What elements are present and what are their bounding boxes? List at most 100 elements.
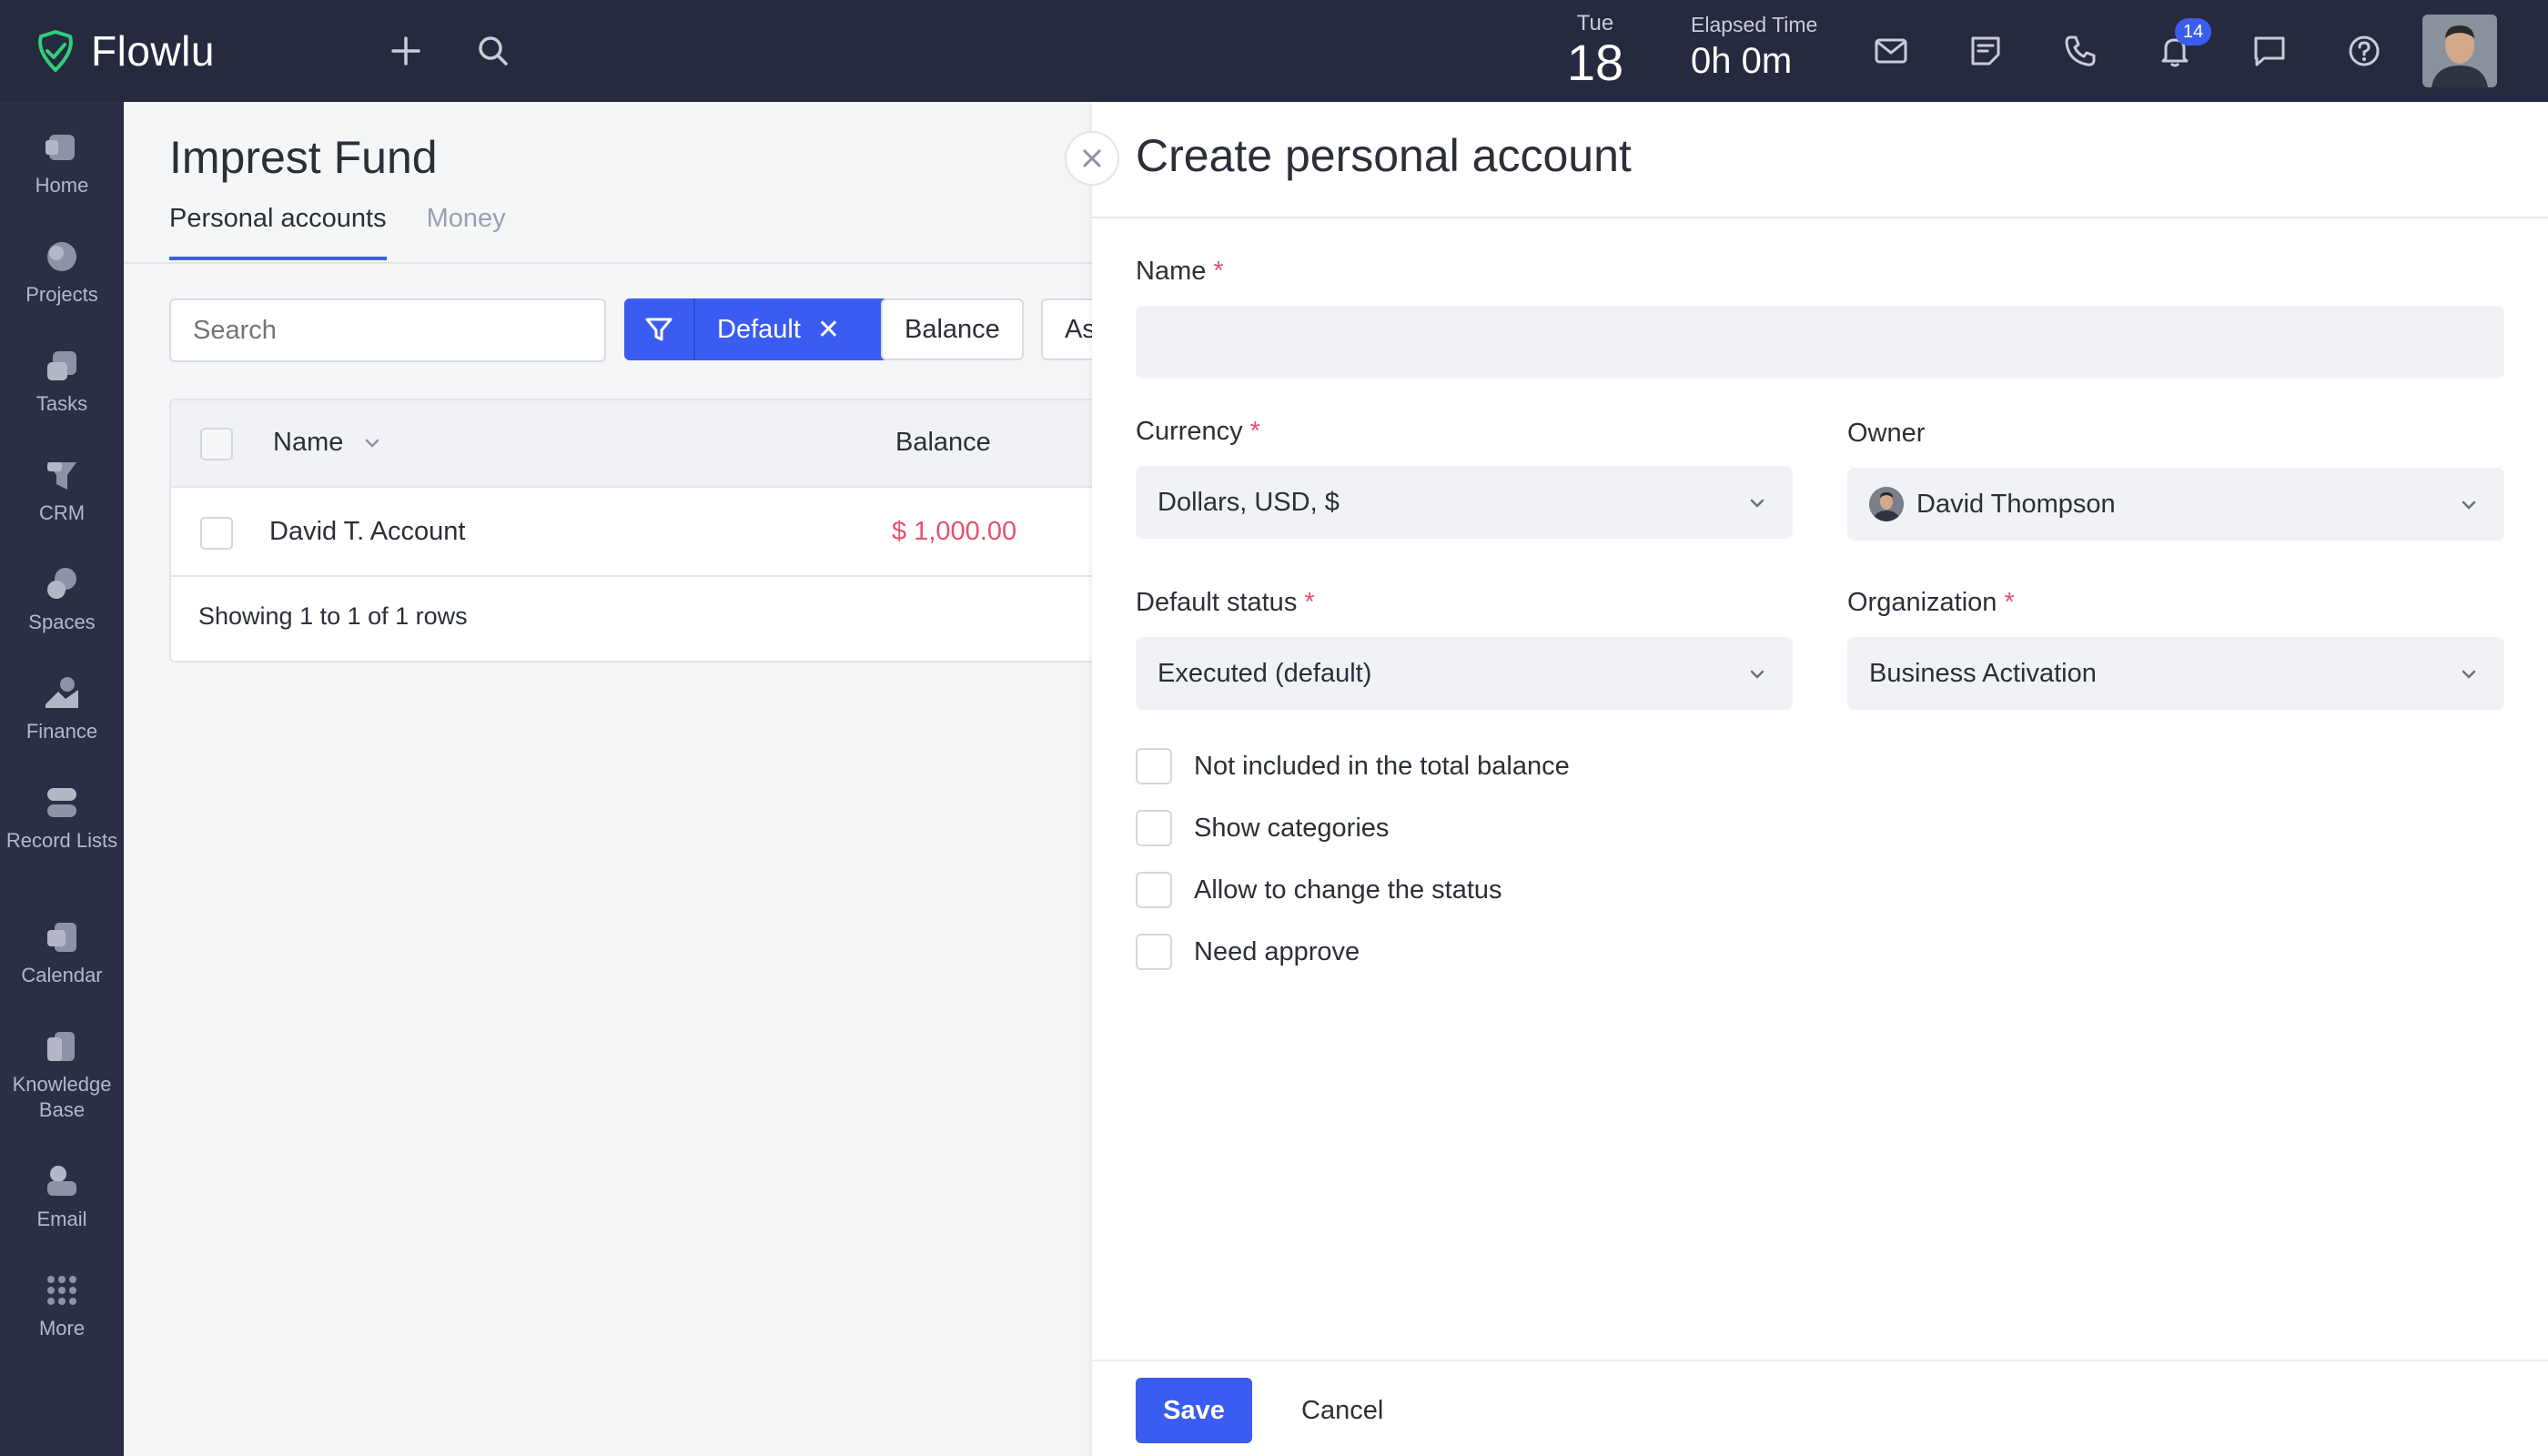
sidebar-item-record-lists[interactable]: Record Lists xyxy=(0,783,124,854)
checkbox-box[interactable] xyxy=(1136,810,1172,846)
drawer-title: Create personal account xyxy=(1136,130,1632,181)
notes-button[interactable] xyxy=(1960,25,2011,76)
currency-select[interactable]: Dollars, USD, $ xyxy=(1136,466,1793,539)
chevron-down-icon xyxy=(1750,670,1764,679)
name-input[interactable] xyxy=(1136,306,2504,379)
checkbox-box[interactable] xyxy=(1136,872,1172,908)
owner-field-label: Owner xyxy=(1847,419,1926,448)
top-bar: Flowlu Tue 18 Elapsed Time 0h 0m 14 xyxy=(0,0,2548,102)
tabs: Personal accounts Money xyxy=(169,204,546,260)
date-widget[interactable]: Tue 18 xyxy=(1563,11,1627,89)
row-account-name[interactable]: David T. Account xyxy=(269,517,465,547)
checkbox-show-categories[interactable]: Show categories xyxy=(1136,810,1389,846)
close-drawer-button[interactable] xyxy=(1065,131,1119,186)
tabs-divider xyxy=(124,262,1092,264)
crm-icon xyxy=(47,462,76,490)
organization-select-value: Business Activation xyxy=(1869,658,2097,688)
table-row[interactable]: David T. Account $ 1,000.00 xyxy=(171,488,1092,577)
user-avatar[interactable] xyxy=(2422,15,2497,87)
user-avatar-icon xyxy=(2422,15,2497,87)
accounts-table: Name Balance David T. Account $ 1,000.00… xyxy=(169,399,1092,662)
logo[interactable]: Flowlu xyxy=(33,25,215,76)
filter-label: Default xyxy=(717,314,801,344)
checkbox-label: Show categories xyxy=(1194,813,1390,843)
sidebar-item-label: Email xyxy=(36,1208,87,1230)
elapsed-time-value: 0h 0m xyxy=(1691,41,1793,81)
column-header-balance[interactable]: Balance xyxy=(895,428,991,458)
required-mark: * xyxy=(1304,588,1315,617)
select-all-checkbox[interactable] xyxy=(200,428,233,460)
sidebar-item-label: Projects xyxy=(25,283,98,306)
as-chip[interactable]: As xyxy=(1041,298,1096,360)
owner-select-value: David Thompson xyxy=(1916,489,2116,519)
default-status-label-text: Default status xyxy=(1136,588,1298,617)
default-status-select[interactable]: Executed (default) xyxy=(1136,637,1793,710)
mail-button[interactable] xyxy=(1866,25,1916,76)
name-label-text: Name xyxy=(1136,257,1207,286)
search-button[interactable] xyxy=(468,25,519,76)
chat-icon xyxy=(2254,36,2285,66)
page-title: Imprest Fund xyxy=(169,132,438,183)
sidebar-item-calendar[interactable]: Calendar xyxy=(0,917,124,988)
elapsed-time-widget[interactable]: Elapsed Time 0h 0m xyxy=(1691,13,1817,82)
sidebar-item-finance[interactable]: Finance xyxy=(0,673,124,744)
help-button[interactable] xyxy=(2339,25,2390,76)
add-button[interactable] xyxy=(380,25,431,76)
sidebar-item-label: Calendar xyxy=(21,964,103,986)
drawer-divider xyxy=(1092,217,2548,218)
tab-personal-accounts[interactable]: Personal accounts xyxy=(169,204,387,260)
finance-icon xyxy=(46,677,78,708)
date-day-number: 18 xyxy=(1566,34,1624,91)
tasks-icon xyxy=(47,351,76,380)
sidebar-item-spaces[interactable]: Spaces xyxy=(0,564,124,635)
sidebar-item-more[interactable]: More xyxy=(0,1270,124,1341)
cancel-button[interactable]: Cancel xyxy=(1301,1378,1383,1443)
row-checkbox[interactable] xyxy=(200,517,233,550)
sidebar-item-tasks[interactable]: Tasks xyxy=(0,346,124,417)
organization-label-text: Organization xyxy=(1847,588,1997,617)
search-input[interactable] xyxy=(169,298,606,362)
owner-avatar xyxy=(1869,487,1904,521)
default-status-field-label: Default status * xyxy=(1136,588,1315,618)
owner-avatar-icon xyxy=(1869,487,1904,521)
owner-select[interactable]: David Thompson xyxy=(1847,468,2504,541)
currency-select-value: Dollars, USD, $ xyxy=(1158,487,1340,517)
clear-filter-icon[interactable]: ✕ xyxy=(817,314,840,346)
knowledge-base-icon xyxy=(47,1032,75,1061)
sidebar-item-email[interactable]: Email xyxy=(0,1161,124,1232)
close-icon xyxy=(1083,149,1101,167)
phone-button[interactable] xyxy=(2055,25,2106,76)
checkbox-not-included-total-balance[interactable]: Not included in the total balance xyxy=(1136,748,1570,784)
checkbox-allow-change-status[interactable]: Allow to change the status xyxy=(1136,872,1502,908)
sidebar-item-knowledge-base[interactable]: Knowledge Base xyxy=(0,1026,124,1123)
chat-button[interactable] xyxy=(2244,25,2295,76)
sidebar-item-label: Knowledge Base xyxy=(12,1073,112,1121)
checkbox-box[interactable] xyxy=(1136,748,1172,784)
checkbox-label: Not included in the total balance xyxy=(1194,751,1570,781)
sidebar-item-home[interactable]: Home xyxy=(0,127,124,198)
filter-toggle[interactable] xyxy=(624,298,695,360)
currency-label-text: Currency xyxy=(1136,417,1243,446)
checkbox-label: Allow to change the status xyxy=(1194,875,1502,905)
notifications-button[interactable]: 14 xyxy=(2149,18,2211,76)
sidebar-item-label: Home xyxy=(35,174,89,197)
create-account-drawer: Create personal account Name * Currency * … xyxy=(1092,102,2548,1456)
sidebar-item-projects[interactable]: Projects xyxy=(0,237,124,308)
sidebar-item-label: More xyxy=(38,1317,86,1340)
checkbox-box[interactable] xyxy=(1136,934,1172,970)
save-button[interactable]: Save xyxy=(1136,1378,1252,1443)
required-mark: * xyxy=(1213,257,1224,286)
name-field-label: Name * xyxy=(1136,257,1224,287)
required-mark: * xyxy=(1249,417,1260,446)
sidebar-item-crm[interactable]: CRM xyxy=(0,455,124,526)
tab-money[interactable]: Money xyxy=(427,204,506,260)
organization-select[interactable]: Business Activation xyxy=(1847,637,2504,710)
sidebar-item-label: Spaces xyxy=(28,611,96,633)
column-header-name[interactable]: Name xyxy=(273,428,381,458)
chevron-down-icon xyxy=(1750,499,1764,508)
spaces-icon xyxy=(47,568,76,599)
balance-chip[interactable]: Balance xyxy=(881,298,1024,360)
projects-icon xyxy=(47,242,76,271)
checkbox-label: Need approve xyxy=(1194,936,1360,966)
checkbox-need-approve[interactable]: Need approve xyxy=(1136,934,1360,970)
